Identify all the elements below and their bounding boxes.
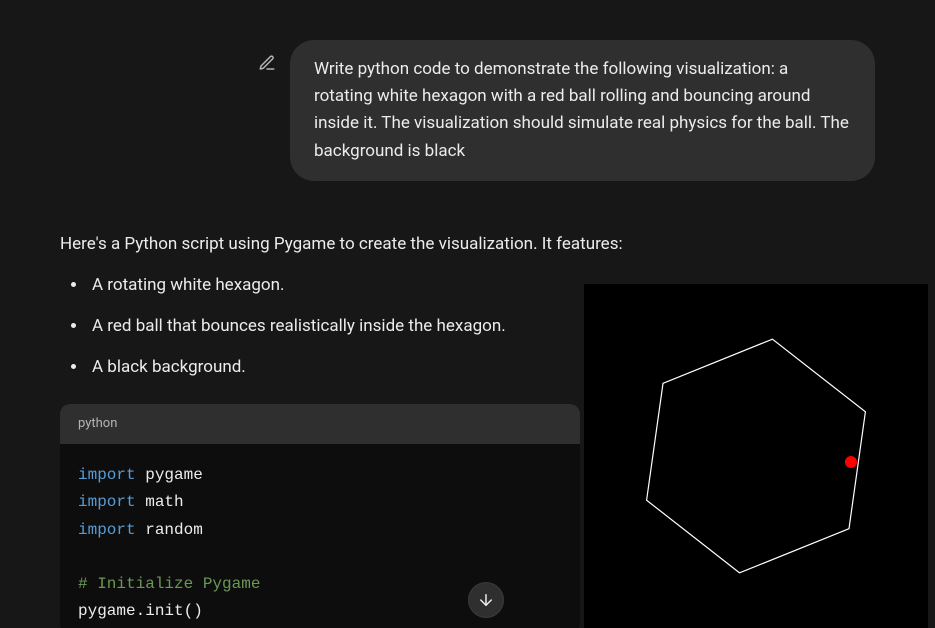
code-token-keyword: import <box>78 493 136 511</box>
scroll-down-button[interactable] <box>468 582 504 618</box>
code-token-module: pygame <box>145 466 203 484</box>
visualization-preview <box>584 284 928 628</box>
code-token-module: random <box>145 521 203 539</box>
edit-icon[interactable] <box>258 54 276 72</box>
code-token-module: math <box>145 493 183 511</box>
assistant-intro-text: Here's a Python script using Pygame to c… <box>60 231 875 258</box>
code-token-keyword: import <box>78 521 136 539</box>
viz-ball <box>845 456 857 468</box>
user-message-text: Write python code to demonstrate the fol… <box>314 59 849 161</box>
code-token-comment: # Initialize Pygame <box>78 575 260 593</box>
code-token-call: pygame.init() <box>78 602 203 620</box>
viz-background <box>584 284 928 628</box>
arrow-down-icon <box>477 591 495 609</box>
code-token-keyword: import <box>78 466 136 484</box>
code-language-label: python <box>60 404 580 445</box>
user-message-bubble: Write python code to demonstrate the fol… <box>290 40 875 181</box>
user-message-row: Write python code to demonstrate the fol… <box>60 40 875 181</box>
